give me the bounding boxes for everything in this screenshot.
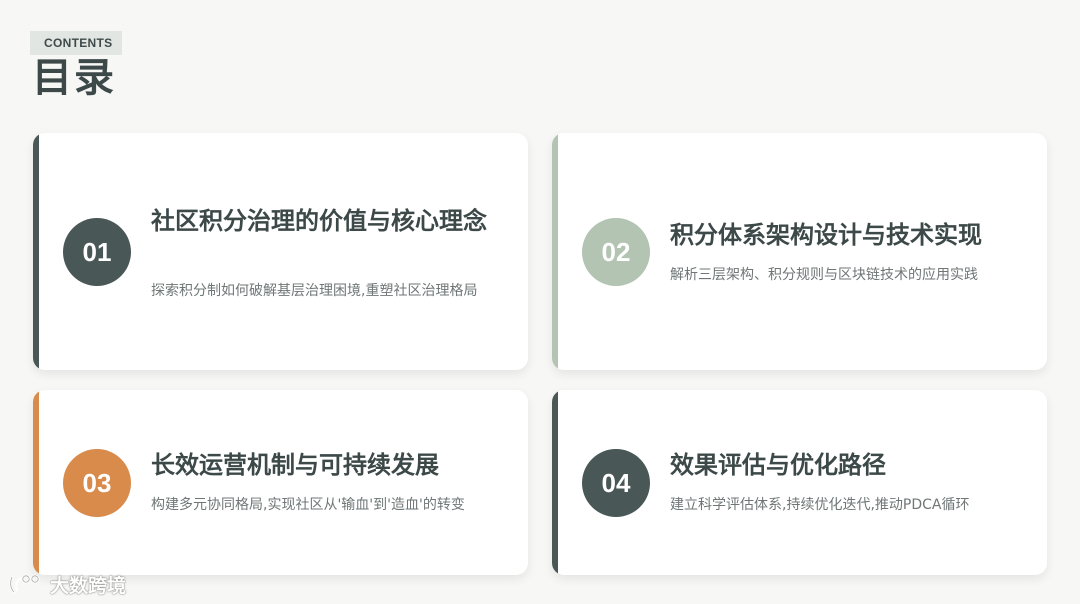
card-accent-bar bbox=[33, 133, 39, 370]
watermark-text: 大数跨境 bbox=[50, 574, 127, 597]
card-number-badge: 03 bbox=[63, 449, 131, 517]
card-accent-bar bbox=[33, 390, 39, 575]
toc-card-1[interactable]: 01 社区积分治理的价值与核心理念 探索积分制如何破解基层治理困境,重塑社区治理… bbox=[33, 133, 528, 370]
toc-card-3[interactable]: 03 长效运营机制与可持续发展 构建多元协同格局,实现社区从'输血'到'造血'的… bbox=[33, 390, 528, 575]
card-title: 社区积分治理的价值与核心理念 bbox=[151, 207, 487, 235]
card-description: 构建多元协同格局,实现社区从'输血'到'造血'的转变 bbox=[151, 497, 465, 513]
card-description: 建立科学评估体系,持续优化迭代,推动PDCA循环 bbox=[670, 497, 970, 513]
card-title: 效果评估与优化路径 bbox=[670, 451, 886, 479]
card-number-badge: 01 bbox=[63, 218, 131, 286]
card-description: 探索积分制如何破解基层治理困境,重塑社区治理格局 bbox=[151, 283, 478, 299]
card-number-badge: 04 bbox=[582, 449, 650, 517]
card-title: 积分体系架构设计与技术实现 bbox=[670, 221, 982, 249]
toc-card-2[interactable]: 02 积分体系架构设计与技术实现 解析三层架构、积分规则与区块链技术的应用实践 bbox=[552, 133, 1047, 370]
toc-card-4[interactable]: 04 效果评估与优化路径 建立科学评估体系,持续优化迭代,推动PDCA循环 bbox=[552, 390, 1047, 575]
card-accent-bar bbox=[552, 390, 558, 575]
card-title: 长效运营机制与可持续发展 bbox=[151, 451, 439, 479]
card-description: 解析三层架构、积分规则与区块链技术的应用实践 bbox=[670, 267, 978, 283]
watermark: 大数跨境 bbox=[8, 570, 126, 598]
card-accent-bar bbox=[552, 133, 558, 370]
card-number-badge: 02 bbox=[582, 218, 650, 286]
brand-logo-icon bbox=[9, 574, 40, 594]
page-title: 目录 bbox=[32, 55, 116, 101]
